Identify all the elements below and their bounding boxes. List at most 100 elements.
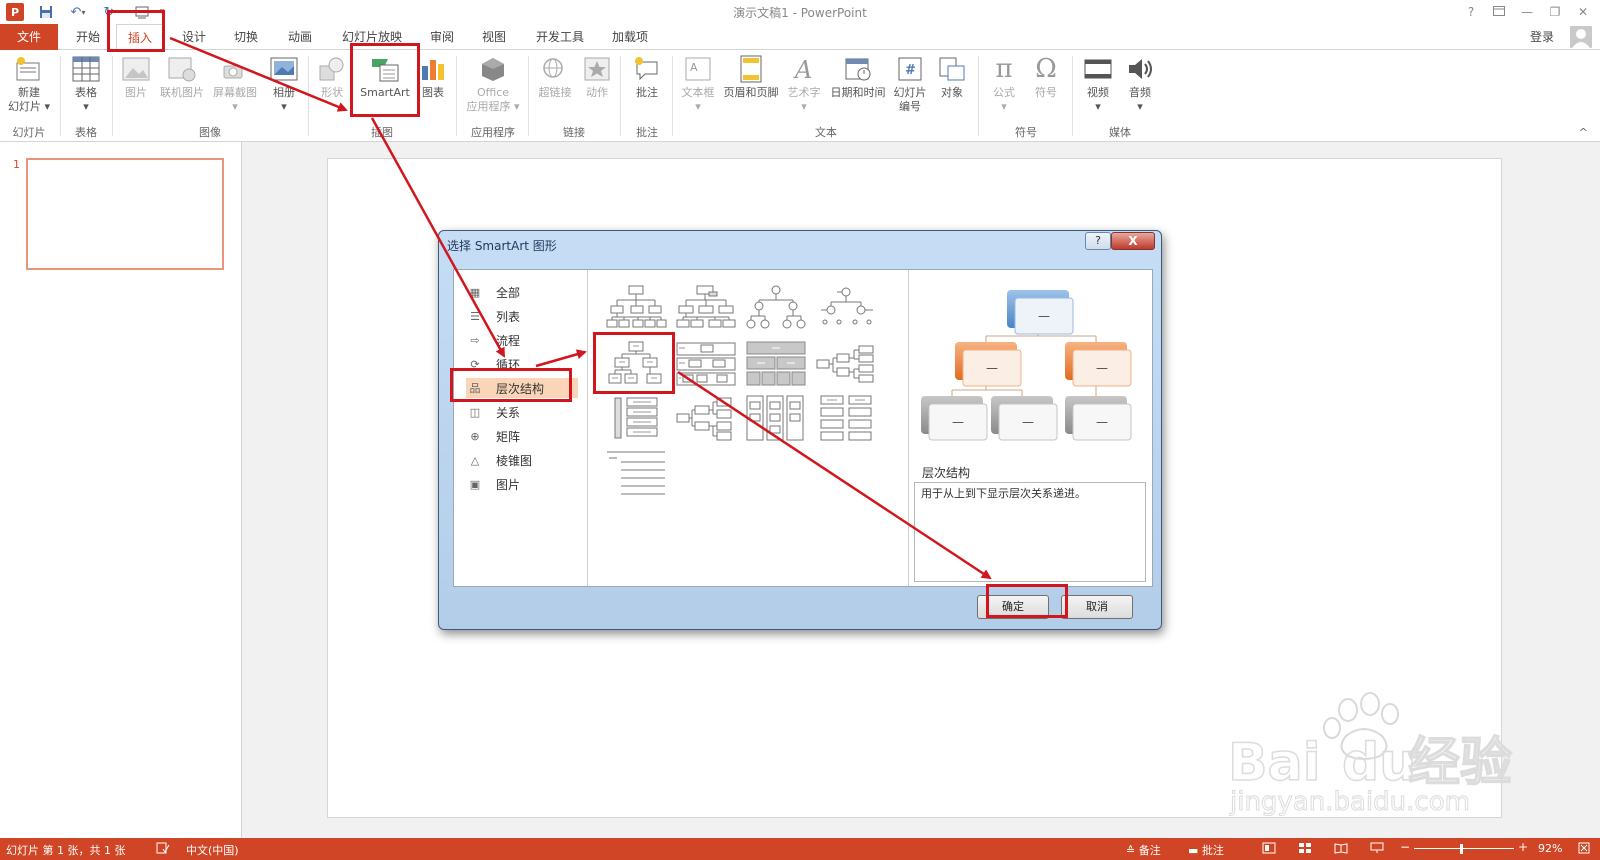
tab-addins[interactable]: 加载项 (604, 24, 656, 50)
restore-icon[interactable]: ❐ (1544, 3, 1566, 21)
office-apps-button[interactable]: Office 应用程序 ▾ (462, 54, 524, 114)
layout-circle-picture-hierarchy[interactable] (815, 284, 877, 332)
preview-name: 层次结构 (922, 466, 971, 480)
collapse-ribbon-icon[interactable]: ^ (1579, 126, 1588, 139)
date-time-button[interactable]: 日期和时间 (826, 54, 890, 100)
photo-album-button[interactable]: 相册 ▾ (264, 54, 304, 114)
category-hierarchy[interactable]: 品 层次结构 (466, 378, 578, 398)
zoom-slider[interactable] (1414, 848, 1514, 849)
textbox-label: 文本框 (681, 86, 715, 99)
preview-node-text: — (1022, 415, 1034, 429)
help-icon[interactable]: ? (1460, 3, 1482, 21)
shapes-button[interactable]: 形状 (312, 54, 352, 100)
layout-hierarchy[interactable] (605, 340, 667, 388)
hyperlink-label: 超链接 (538, 86, 572, 99)
layout-name-title-org-chart[interactable] (675, 284, 737, 332)
new-slide-button[interactable]: 新建 幻灯片 ▾ (4, 54, 54, 114)
action-button[interactable]: 动作 (578, 54, 616, 100)
layout-text-lines[interactable] (605, 448, 667, 496)
layout-lined-list[interactable] (815, 394, 877, 442)
layout-horizontal-hierarchy[interactable] (815, 340, 877, 388)
tab-file[interactable]: 文件 (0, 24, 58, 50)
zoom-slider-thumb[interactable] (1460, 844, 1463, 854)
tab-slideshow[interactable]: 幻灯片放映 (334, 24, 410, 50)
category-label: 关系 (496, 405, 521, 420)
screenshot-button[interactable]: 屏幕截图 ▾ (208, 54, 262, 114)
category-matrix[interactable]: ⊕ 矩阵 (466, 426, 578, 446)
category-picture[interactable]: ▣ 图片 (466, 474, 578, 494)
slide-sorter-icon[interactable] (1298, 842, 1312, 857)
table-dropdown: ▾ (83, 100, 89, 113)
category-label: 图片 (496, 477, 521, 492)
tab-review[interactable]: 审阅 (420, 24, 464, 50)
group-separator (620, 56, 621, 136)
comment-button[interactable]: 批注 (626, 54, 668, 100)
spellcheck-icon[interactable] (156, 842, 170, 857)
slide-info: 幻灯片 第 1 张，共 1 张 (6, 844, 126, 857)
ok-button[interactable]: 确定 (977, 595, 1049, 619)
symbol-button[interactable]: Ω 符号 (1026, 54, 1066, 100)
layout-vertical-hierarchy[interactable] (605, 394, 667, 442)
window-title: 演示文稿1 - PowerPoint (733, 6, 867, 20)
language-indicator[interactable]: 中文(中国) (186, 842, 239, 858)
equation-button[interactable]: π 公式 ▾ (984, 54, 1024, 114)
slide-number-button[interactable]: # 幻灯片 编号 (890, 54, 930, 114)
cancel-button[interactable]: 取消 (1061, 595, 1133, 619)
picture-button[interactable]: 图片 (116, 54, 156, 100)
layout-horizontal-org-chart[interactable] (675, 394, 737, 442)
smartart-label: SmartArt (360, 86, 410, 99)
date-time-label: 日期和时间 (830, 86, 886, 99)
chart-button[interactable]: 图表 (414, 54, 452, 100)
normal-view-icon[interactable] (1262, 842, 1276, 857)
tab-design[interactable]: 设计 (172, 24, 216, 50)
tab-transitions[interactable]: 切换 (224, 24, 268, 50)
video-button[interactable]: 视频 ▾ (1078, 54, 1118, 114)
zoom-out-button[interactable]: − (1400, 840, 1410, 854)
comments-label: 批注 (1201, 844, 1224, 857)
layout-labeled-hierarchy[interactable] (675, 340, 737, 388)
fit-slide-icon[interactable] (1578, 842, 1590, 857)
minimize-icon[interactable]: — (1516, 3, 1538, 21)
ribbon-display-icon[interactable] (1488, 3, 1510, 21)
zoom-in-button[interactable]: + (1518, 840, 1528, 854)
audio-button[interactable]: 音频 ▾ (1120, 54, 1160, 114)
object-button[interactable]: 对象 (932, 54, 972, 100)
online-picture-button[interactable]: 联机图片 (156, 54, 208, 100)
tab-developer[interactable]: 开发工具 (528, 24, 592, 50)
close-icon[interactable]: ✕ (1572, 3, 1594, 21)
dialog-close-button[interactable]: X (1111, 232, 1155, 250)
relationship-icon: ◫ (469, 405, 481, 419)
tab-animations[interactable]: 动画 (278, 24, 322, 50)
dialog-help-button[interactable]: ? (1085, 232, 1111, 250)
reading-view-icon[interactable] (1334, 842, 1348, 857)
layout-half-circle-org-chart[interactable] (745, 284, 807, 332)
sign-in-link[interactable]: 登录 (1530, 24, 1554, 50)
slide-thumbnail-pane: 1 (0, 142, 242, 838)
wordart-button[interactable]: A 艺术字 ▾ (782, 54, 826, 114)
tab-insert[interactable]: 插入 (116, 24, 164, 50)
slide-thumbnail[interactable] (26, 158, 224, 270)
smartart-button[interactable]: SmartArt (354, 54, 416, 100)
layout-hierarchy-list[interactable] (745, 394, 807, 442)
textbox-button[interactable]: A 文本框 ▾ (676, 54, 720, 114)
header-footer-button[interactable]: 页眉和页脚 (720, 54, 782, 100)
category-process[interactable]: ⇨ 流程 (466, 330, 578, 350)
slideshow-view-icon[interactable] (1370, 842, 1384, 857)
category-cycle[interactable]: ⟳ 循环 (466, 354, 578, 374)
tab-home[interactable]: 开始 (66, 24, 110, 50)
category-pyramid[interactable]: △ 棱锥图 (466, 450, 578, 470)
layout-org-chart[interactable] (605, 284, 667, 332)
avatar[interactable] (1570, 26, 1592, 48)
category-all[interactable]: ▦ 全部 (466, 282, 578, 302)
category-relationship[interactable]: ◫ 关系 (466, 402, 578, 422)
office-apps-label-2: 应用程序 ▾ (466, 100, 520, 113)
tab-view[interactable]: 视图 (472, 24, 516, 50)
hyperlink-button[interactable]: 超链接 (532, 54, 578, 100)
layout-table-hierarchy[interactable] (745, 340, 807, 388)
comments-button[interactable]: ▬ 批注 (1188, 842, 1224, 858)
notes-button[interactable]: ≙ 备注 (1126, 842, 1161, 858)
equation-label: 公式 (993, 86, 1015, 99)
category-list-item[interactable]: ☰ 列表 (466, 306, 578, 326)
zoom-level[interactable]: 92% (1538, 842, 1562, 855)
table-button[interactable]: 表格 ▾ (64, 54, 108, 114)
